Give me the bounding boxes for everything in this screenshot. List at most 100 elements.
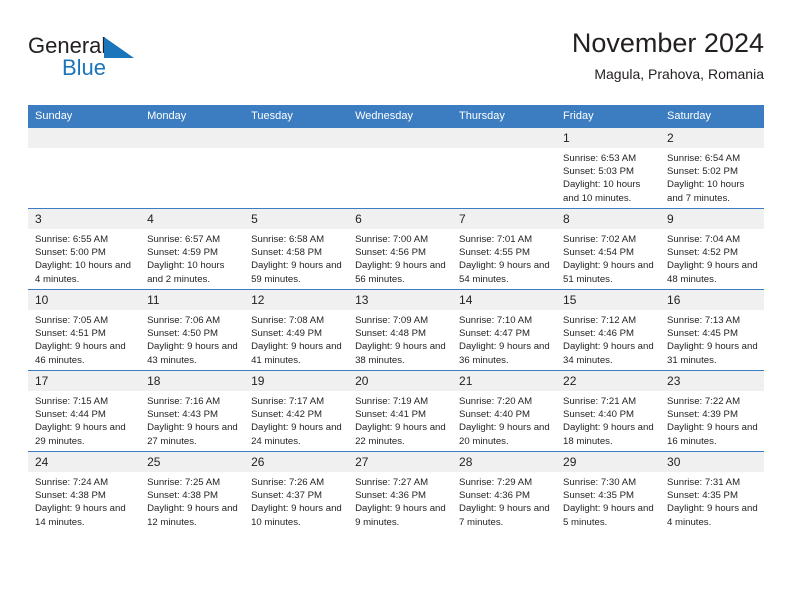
day-details: Sunrise: 7:19 AM Sunset: 4:41 PM Daylight:… [348, 391, 452, 448]
sunset-text: Sunset: 4:41 PM [355, 409, 426, 421]
day-number: 14 [452, 290, 557, 310]
calendar-day-cell[interactable]: 23 Sunrise: 7:22 AM Sunset: 4:39 PM Dayligh… [660, 370, 764, 452]
sunset-text: Sunset: 4:45 PM [667, 328, 738, 340]
calendar-page: General Blue November 2024 Magula, Praho… [0, 0, 792, 612]
calendar-day-cell[interactable]: 3 Sunrise: 6:55 AM Sunset: 5:00 PM Daylight… [28, 208, 141, 290]
sunrise-text: Sunrise: 7:04 AM [667, 234, 741, 245]
calendar-day-cell[interactable]: 26 Sunrise: 7:26 AM Sunset: 4:37 PM Dayligh… [244, 451, 349, 532]
daylight-text: Daylight: 9 hours and 9 minutes. [355, 503, 446, 528]
calendar-day-cell[interactable]: 25 Sunrise: 7:25 AM Sunset: 4:38 PM Dayligh… [140, 451, 245, 532]
sunrise-text: Sunrise: 7:08 AM [251, 315, 325, 326]
calendar-head: Sunday Monday Tuesday Wednesday Thursday… [28, 105, 764, 128]
day-details: Sunrise: 7:16 AM Sunset: 4:43 PM Daylight:… [140, 391, 244, 448]
day-number: 17 [28, 371, 141, 391]
sunset-text: Sunset: 4:51 PM [35, 328, 106, 340]
calendar-day-cell[interactable]: 19 Sunrise: 7:17 AM Sunset: 4:42 PM Dayligh… [244, 370, 349, 452]
calendar-day-cell[interactable]: 24 Sunrise: 7:24 AM Sunset: 4:38 PM Dayligh… [28, 451, 141, 532]
day-number: 3 [28, 209, 141, 229]
calendar-day-cell[interactable]: 11 Sunrise: 7:06 AM Sunset: 4:50 PM Dayligh… [140, 289, 245, 371]
calendar-day-cell[interactable]: 27 Sunrise: 7:27 AM Sunset: 4:36 PM Dayligh… [348, 451, 453, 532]
calendar-day-cell[interactable]: 14 Sunrise: 7:10 AM Sunset: 4:47 PM Dayligh… [452, 289, 557, 371]
brand-logo[interactable]: General Blue [28, 34, 228, 90]
calendar-day-cell-empty [244, 127, 349, 209]
daylight-text: Daylight: 9 hours and 38 minutes. [355, 341, 446, 366]
calendar-day-cell[interactable]: 13 Sunrise: 7:09 AM Sunset: 4:48 PM Dayligh… [348, 289, 453, 371]
calendar-day-cell[interactable]: 4 Sunrise: 6:57 AM Sunset: 4:59 PM Daylight… [140, 208, 245, 290]
sunrise-text: Sunrise: 7:00 AM [355, 234, 429, 245]
day-details: Sunrise: 7:17 AM Sunset: 4:42 PM Daylight:… [244, 391, 348, 448]
sunset-text: Sunset: 4:44 PM [35, 409, 106, 421]
day-number: 8 [556, 209, 661, 229]
calendar-day-cell[interactable]: 9 Sunrise: 7:04 AM Sunset: 4:52 PM Daylight… [660, 208, 764, 290]
day-details: Sunrise: 7:08 AM Sunset: 4:49 PM Daylight:… [244, 310, 348, 367]
day-number: 20 [348, 371, 453, 391]
sunset-text: Sunset: 4:48 PM [355, 328, 426, 340]
calendar-day-cell[interactable]: 8 Sunrise: 7:02 AM Sunset: 4:54 PM Daylight… [556, 208, 661, 290]
calendar-day-cell[interactable]: 6 Sunrise: 7:00 AM Sunset: 4:56 PM Daylight… [348, 208, 453, 290]
day-details: Sunrise: 7:04 AM Sunset: 4:52 PM Daylight:… [660, 229, 764, 286]
day-number: 2 [660, 128, 764, 148]
day-details: Sunrise: 6:57 AM Sunset: 4:59 PM Daylight:… [140, 229, 244, 286]
calendar-day-cell-empty [140, 127, 245, 209]
daylight-text: Daylight: 9 hours and 24 minutes. [251, 422, 342, 447]
daylight-text: Daylight: 10 hours and 7 minutes. [667, 179, 745, 204]
day-details: Sunrise: 6:58 AM Sunset: 4:58 PM Daylight:… [244, 229, 348, 286]
day-details: Sunrise: 7:30 AM Sunset: 4:35 PM Daylight:… [556, 472, 660, 529]
calendar-day-cell[interactable]: 28 Sunrise: 7:29 AM Sunset: 4:36 PM Dayligh… [452, 451, 557, 532]
day-number: 27 [348, 452, 453, 472]
calendar-day-cell[interactable]: 1 Sunrise: 6:53 AM Sunset: 5:03 PM Daylight… [556, 127, 661, 209]
calendar-day-cell[interactable]: 17 Sunrise: 7:15 AM Sunset: 4:44 PM Dayligh… [28, 370, 141, 452]
day-number: 5 [244, 209, 349, 229]
title-block: November 2024 Magula, Prahova, Romania [244, 26, 764, 84]
day-details: Sunrise: 7:22 AM Sunset: 4:39 PM Daylight:… [660, 391, 764, 448]
calendar-day-cell[interactable]: 7 Sunrise: 7:01 AM Sunset: 4:55 PM Daylight… [452, 208, 557, 290]
calendar-day-cell[interactable]: 21 Sunrise: 7:20 AM Sunset: 4:40 PM Dayligh… [452, 370, 557, 452]
day-number: 4 [140, 209, 245, 229]
sunset-text: Sunset: 4:56 PM [355, 247, 426, 259]
calendar-day-cell-empty [28, 127, 141, 209]
daylight-text: Daylight: 9 hours and 31 minutes. [667, 341, 758, 366]
calendar-day-cell[interactable]: 5 Sunrise: 6:58 AM Sunset: 4:58 PM Daylight… [244, 208, 349, 290]
daylight-text: Daylight: 9 hours and 5 minutes. [563, 503, 654, 528]
sunset-text: Sunset: 4:37 PM [251, 490, 323, 502]
daylight-text: Daylight: 9 hours and 14 minutes. [35, 503, 126, 528]
calendar-day-cell[interactable]: 18 Sunrise: 7:16 AM Sunset: 4:43 PM Dayligh… [140, 370, 245, 452]
calendar-day-cell[interactable]: 12 Sunrise: 7:08 AM Sunset: 4:49 PM Dayligh… [244, 289, 349, 371]
sunrise-text: Sunrise: 7:29 AM [459, 477, 533, 488]
sunrise-text: Sunrise: 6:54 AM [667, 153, 741, 164]
daylight-text: Daylight: 9 hours and 18 minutes. [563, 422, 654, 447]
calendar-day-cell[interactable]: 15 Sunrise: 7:12 AM Sunset: 4:46 PM Dayligh… [556, 289, 661, 371]
daylight-text: Daylight: 9 hours and 56 minutes. [355, 260, 446, 285]
calendar-day-cell[interactable]: 16 Sunrise: 7:13 AM Sunset: 4:45 PM Dayligh… [660, 289, 764, 371]
day-details: Sunrise: 7:10 AM Sunset: 4:47 PM Daylight:… [452, 310, 556, 367]
weekday-header-thursday: Thursday [452, 105, 557, 128]
sunset-text: Sunset: 4:49 PM [251, 328, 323, 340]
sunrise-text: Sunrise: 7:30 AM [563, 477, 637, 488]
calendar-day-cell-empty [348, 127, 453, 209]
sunrise-text: Sunrise: 7:12 AM [563, 315, 637, 326]
calendar-day-cell[interactable]: 20 Sunrise: 7:19 AM Sunset: 4:41 PM Dayligh… [348, 370, 453, 452]
day-details: Sunrise: 7:21 AM Sunset: 4:40 PM Daylight:… [556, 391, 660, 448]
day-number: 16 [660, 290, 764, 310]
calendar-day-cell[interactable]: 29 Sunrise: 7:30 AM Sunset: 4:35 PM Dayligh… [556, 451, 661, 532]
sunrise-text: Sunrise: 7:24 AM [35, 477, 109, 488]
day-details: Sunrise: 7:02 AM Sunset: 4:54 PM Daylight:… [556, 229, 660, 286]
sunset-text: Sunset: 4:55 PM [459, 247, 530, 259]
sunset-text: Sunset: 4:39 PM [667, 409, 738, 421]
day-number: 7 [452, 209, 557, 229]
sunset-text: Sunset: 5:02 PM [667, 166, 738, 178]
day-number: 22 [556, 371, 661, 391]
calendar-day-cell[interactable]: 2 Sunrise: 6:54 AM Sunset: 5:02 PM Daylight… [660, 127, 764, 209]
sunrise-text: Sunrise: 7:15 AM [35, 396, 109, 407]
day-details: Sunrise: 7:31 AM Sunset: 4:35 PM Daylight:… [660, 472, 764, 529]
sunrise-text: Sunrise: 7:21 AM [563, 396, 637, 407]
weekday-header-saturday: Saturday [660, 105, 764, 128]
sunrise-text: Sunrise: 7:25 AM [147, 477, 221, 488]
calendar-day-cell[interactable]: 30 Sunrise: 7:31 AM Sunset: 4:35 PM Dayligh… [660, 451, 764, 532]
weekday-header-wednesday: Wednesday [348, 105, 453, 128]
weekday-header-friday: Friday [556, 105, 661, 128]
calendar-day-cell[interactable]: 22 Sunrise: 7:21 AM Sunset: 4:40 PM Dayligh… [556, 370, 661, 452]
weekday-header-monday: Monday [140, 105, 245, 128]
sunset-text: Sunset: 4:36 PM [459, 490, 530, 502]
calendar-day-cell[interactable]: 10 Sunrise: 7:05 AM Sunset: 4:51 PM Dayligh… [28, 289, 141, 371]
